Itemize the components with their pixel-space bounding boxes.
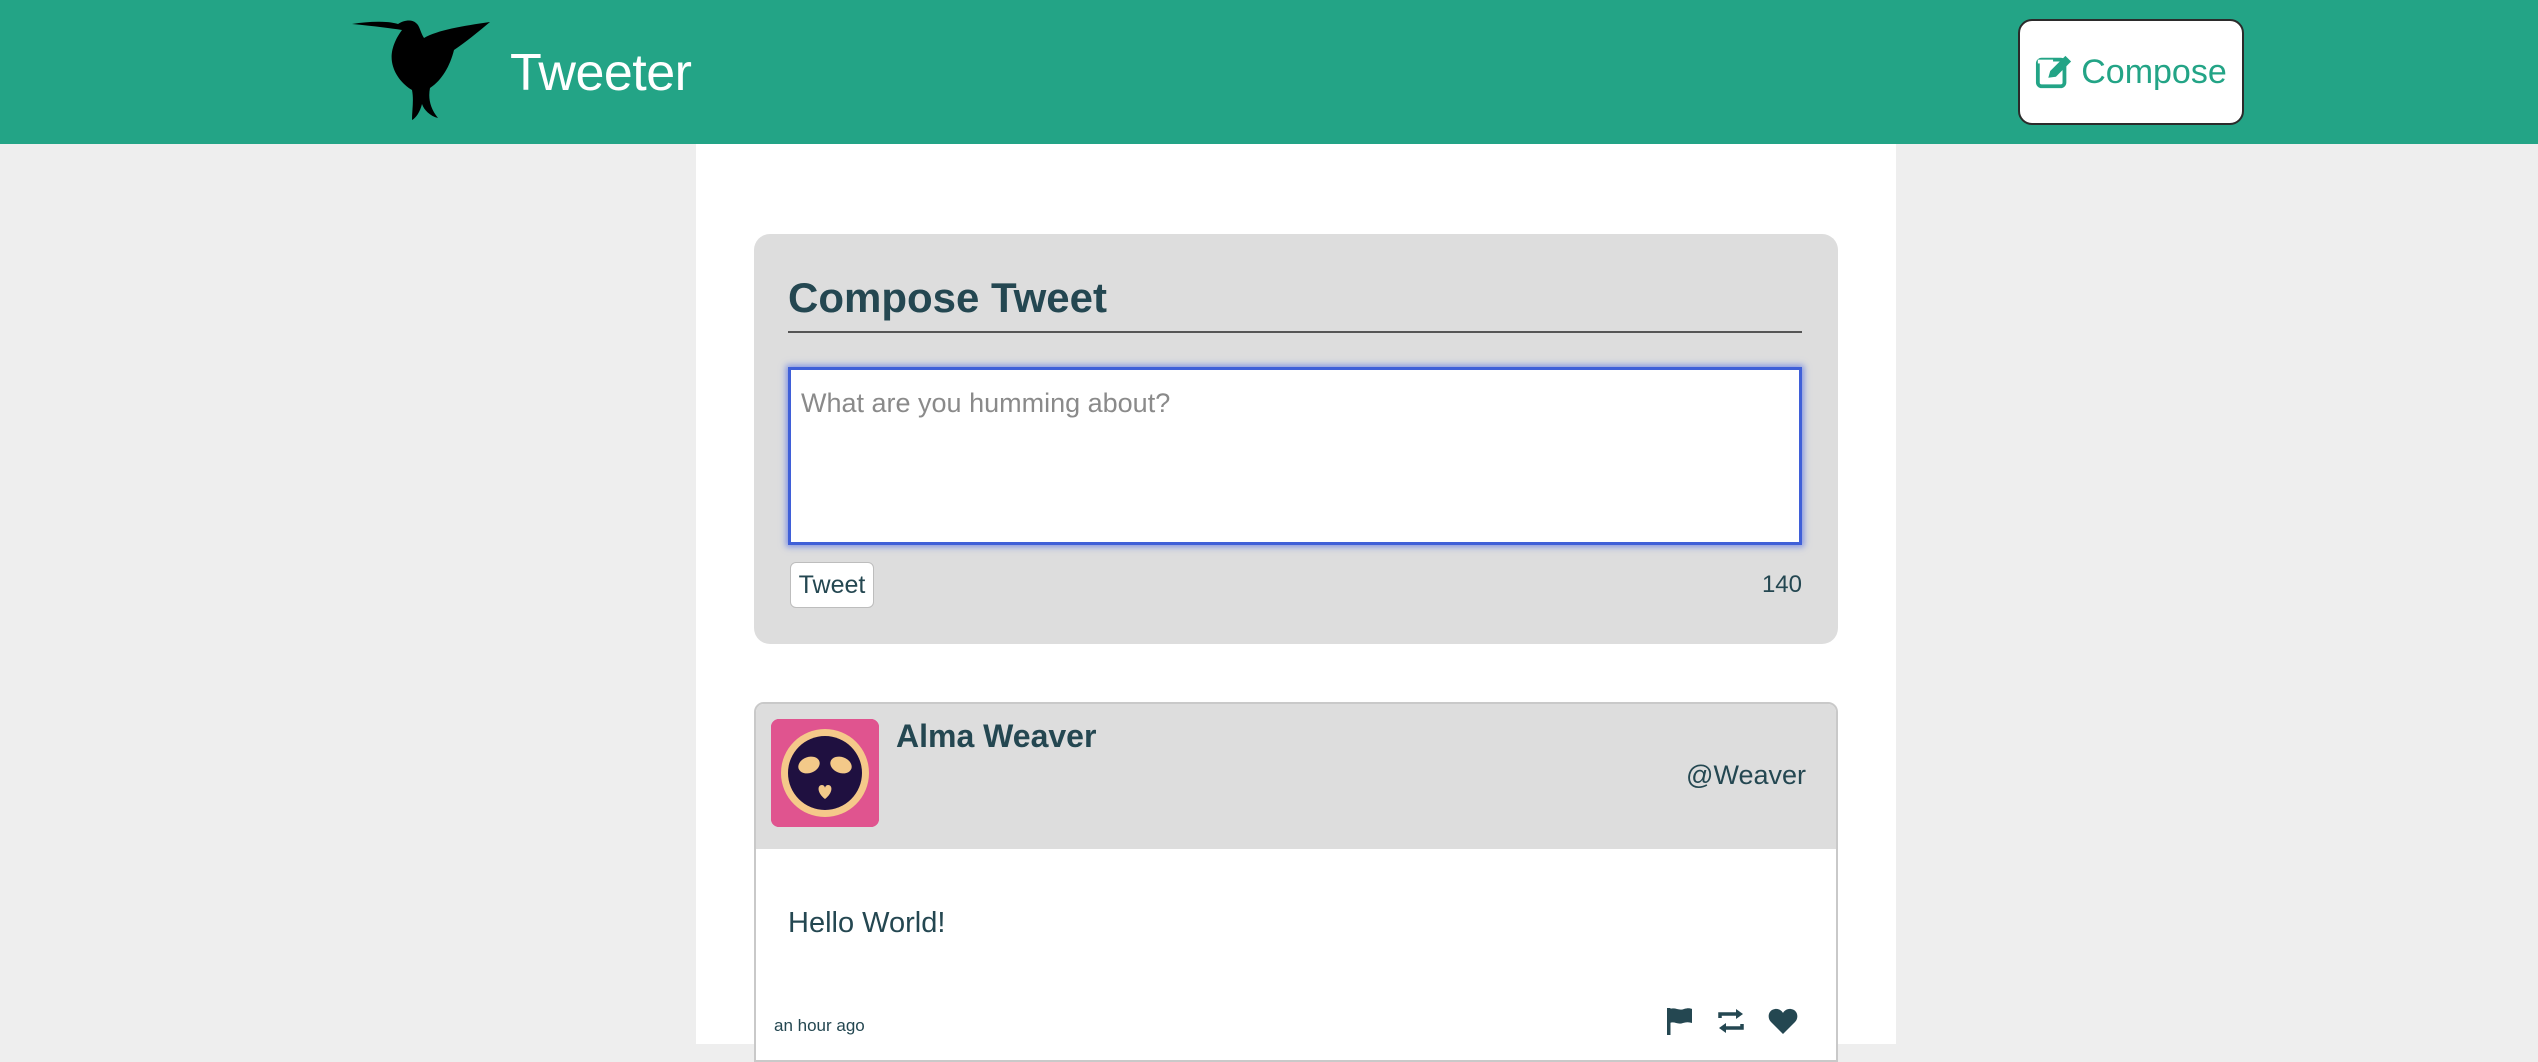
compose-button-label: Compose <box>2081 52 2227 91</box>
tweet-actions <box>1662 1004 1800 1038</box>
edit-icon <box>2036 55 2072 89</box>
compose-title: Compose Tweet <box>788 274 1107 321</box>
title-divider <box>788 331 1802 333</box>
tweet-input[interactable] <box>788 367 1802 545</box>
avatar <box>771 719 879 827</box>
retweet-icon[interactable] <box>1714 1004 1748 1038</box>
character-counter: 140 <box>1761 571 1802 598</box>
compose-tweet-card: Compose Tweet Tweet 140 <box>754 234 1838 644</box>
heart-icon[interactable] <box>1766 1004 1800 1038</box>
user-name: Alma Weaver <box>896 718 1097 754</box>
tweet-header: Alma Weaver @Weaver <box>756 704 1836 849</box>
compose-button[interactable]: Compose <box>2018 19 2244 125</box>
user-handle: @Weaver <box>1686 760 1806 790</box>
main-column: Compose Tweet Tweet 140 Alma Weaver @Wea… <box>696 144 1896 1062</box>
tweet-card: Alma Weaver @Weaver Hello World! an hour… <box>754 702 1838 1062</box>
flag-icon[interactable] <box>1662 1004 1696 1038</box>
brand-title: Tweeter <box>510 44 692 102</box>
tweet-submit-button[interactable]: Tweet <box>790 562 874 608</box>
top-nav: Tweeter Compose <box>0 0 2538 144</box>
tweet-content: Hello World! <box>788 907 946 939</box>
tweet-timestamp: an hour ago <box>774 1016 865 1035</box>
hummingbird-icon <box>352 20 490 120</box>
avatar-face-icon <box>771 719 879 827</box>
